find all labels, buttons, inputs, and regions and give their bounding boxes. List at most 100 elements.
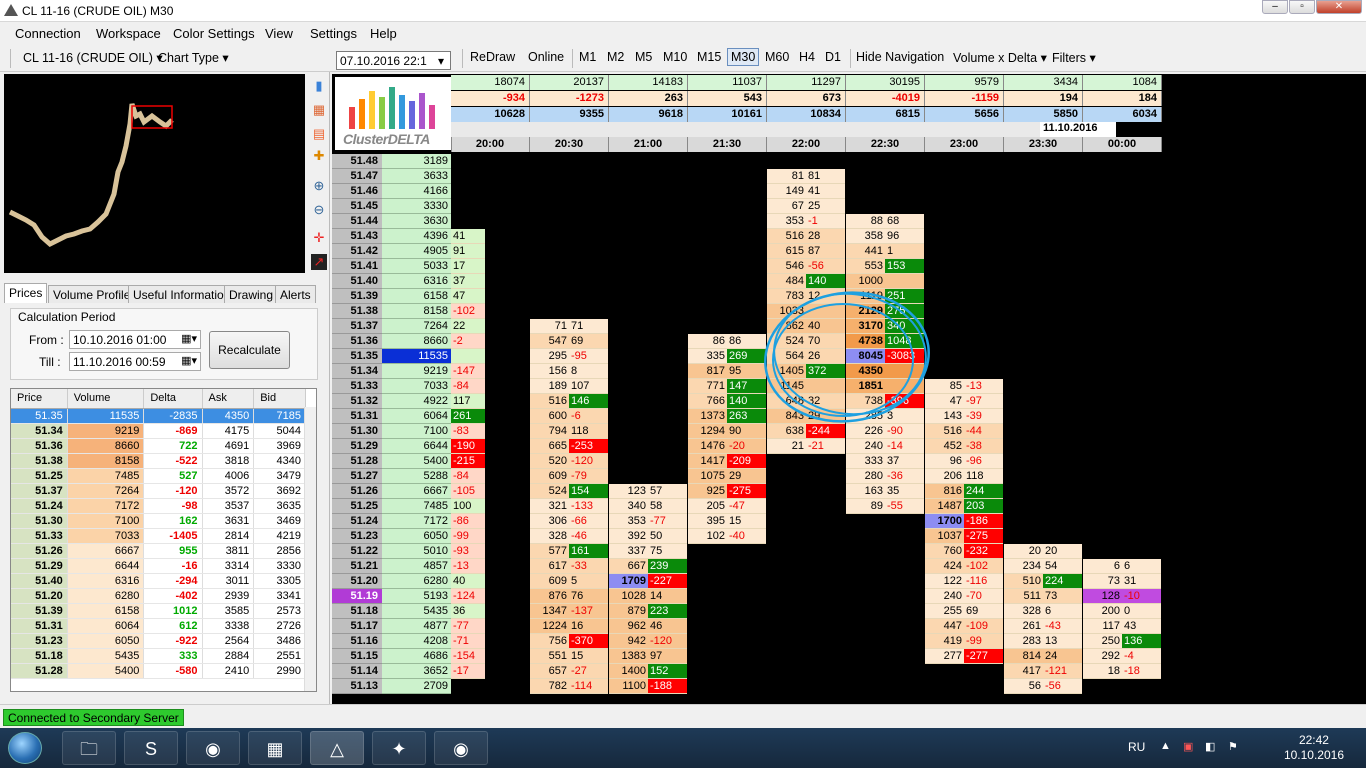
footprint-cell[interactable]: 122 -116	[925, 574, 1003, 589]
footprint-cell[interactable]: 22	[451, 319, 485, 334]
footprint-cell[interactable]: 417 -121	[1004, 664, 1082, 679]
footprint-cell[interactable]: 240 -70	[925, 589, 1003, 604]
footprint-cell[interactable]: 123 57	[609, 484, 687, 499]
footprint-cell[interactable]: 156 8	[530, 364, 608, 379]
footprint-cell[interactable]: 814 24	[1004, 649, 1082, 664]
candle-chart-icon[interactable]: ▤	[311, 126, 327, 142]
footprint-cell[interactable]: 41	[451, 229, 485, 244]
instrument-dropdown[interactable]: CL 11-16 (CRUDE OIL) ▾	[23, 50, 163, 65]
footprint-cell[interactable]: 782 -114	[530, 679, 608, 694]
footprint-cell[interactable]: 609 -79	[530, 469, 608, 484]
table-row[interactable]: 51.24 7172 -98 3537 3635	[11, 498, 306, 514]
tf-m2-button[interactable]: M2	[607, 50, 624, 64]
footprint-cell[interactable]: 1028 14	[609, 589, 687, 604]
crosshair-icon[interactable]: ✛	[311, 230, 327, 246]
footprint-cell[interactable]: 447 -109	[925, 619, 1003, 634]
volume-icon[interactable]: ◧	[1205, 740, 1215, 753]
footprint-cell[interactable]: 283 13	[1004, 634, 1082, 649]
footprint-cell[interactable]: 234 54	[1004, 559, 1082, 574]
menu-settings[interactable]: Settings	[310, 26, 357, 41]
tf-d1-button[interactable]: D1	[825, 50, 841, 64]
footprint-cell[interactable]: 40	[451, 574, 485, 589]
footprint-cell[interactable]: 609 5	[530, 574, 608, 589]
footprint-cell[interactable]: 295 -95	[530, 349, 608, 364]
online-button[interactable]: Online	[528, 50, 564, 64]
footprint-cell[interactable]: 17	[451, 259, 485, 274]
date-picker[interactable]: 07.10.2016 22:1 ▾	[336, 51, 451, 70]
footprint-cell[interactable]: 617 -33	[530, 559, 608, 574]
table-row[interactable]: 51.40 6316 -294 3011 3305	[11, 573, 306, 589]
price-table-scrollbar[interactable]	[304, 407, 316, 691]
footprint-cell[interactable]: 925 -275	[688, 484, 766, 499]
footprint-cell[interactable]: -83	[451, 424, 485, 439]
table-row[interactable]: 51.26 6667 955 3811 2856	[11, 543, 306, 559]
filters-dropdown[interactable]: Filters ▾	[1052, 50, 1096, 65]
footprint-cell[interactable]: 879 223	[609, 604, 687, 619]
table-row[interactable]: 51.20 6280 -402 2939 3341	[11, 588, 306, 604]
footprint-cell[interactable]: 510 224	[1004, 574, 1082, 589]
footprint-cell[interactable]: -84	[451, 379, 485, 394]
footprint-cell[interactable]: 1709 -227	[609, 574, 687, 589]
footprint-cell[interactable]: -124	[451, 589, 485, 604]
footprint-cell[interactable]: 553 153	[846, 259, 924, 274]
footprint-cell[interactable]: 1037 -275	[925, 529, 1003, 544]
footprint-cell[interactable]: 1700 -186	[925, 514, 1003, 529]
footprint-cell[interactable]: 392 50	[609, 529, 687, 544]
menu-help[interactable]: Help	[370, 26, 397, 41]
chrome-icon[interactable]: ◉	[434, 731, 488, 765]
table-row[interactable]: 51.28 5400 -580 2410 2990	[11, 663, 306, 679]
redraw-button[interactable]: ReDraw	[470, 50, 515, 64]
footprint-cell[interactable]: 250 136	[1083, 634, 1161, 649]
hide-navigation-button[interactable]: Hide Navigation	[856, 50, 944, 64]
footprint-cell[interactable]: -147	[451, 364, 485, 379]
footprint-cell[interactable]: 615 87	[767, 244, 845, 259]
tab-useful-information[interactable]: Useful Information	[128, 285, 236, 303]
footprint-cell[interactable]: 73 31	[1083, 574, 1161, 589]
column-time-header[interactable]: 21:30	[688, 137, 767, 152]
footprint-cell[interactable]: 261	[451, 409, 485, 424]
footprint-cell[interactable]: 516 146	[530, 394, 608, 409]
footprint-cell[interactable]: 551 15	[530, 649, 608, 664]
tab-volume-profile[interactable]: Volume Profile	[48, 285, 136, 303]
footprint-cell[interactable]: 1383 97	[609, 649, 687, 664]
footprint-cell[interactable]: 200 0	[1083, 604, 1161, 619]
bar-chart-icon[interactable]: ▮	[311, 78, 327, 94]
chart-type-icon[interactable]: ↗	[311, 254, 327, 270]
footprint-cell[interactable]: -190	[451, 439, 485, 454]
column-time-header[interactable]: 23:30	[1004, 137, 1083, 152]
footprint-cell[interactable]: 306 -66	[530, 514, 608, 529]
zoom-out-icon[interactable]: ⊖	[311, 202, 327, 218]
chart-type-dropdown[interactable]: Chart Type ▾	[158, 50, 229, 65]
minimize-button[interactable]: –	[1262, 0, 1288, 14]
footprint-cell[interactable]: 1224 16	[530, 619, 608, 634]
footprint-cell[interactable]: 163 35	[846, 484, 924, 499]
table-row[interactable]: 51.38 8158 -522 3818 4340	[11, 453, 306, 469]
column-time-header[interactable]: 21:00	[609, 137, 688, 152]
footprint-cell[interactable]: 665 -253	[530, 439, 608, 454]
footprint-cell[interactable]: 328 6	[1004, 604, 1082, 619]
footprint-cell[interactable]: 353 -1	[767, 214, 845, 229]
column-time-header[interactable]: 23:00	[925, 137, 1004, 152]
tf-m10-button[interactable]: M10	[663, 50, 687, 64]
footprint-cell[interactable]: 452 -38	[925, 439, 1003, 454]
menu-workspace[interactable]: Workspace	[96, 26, 161, 41]
footprint-cell[interactable]: -71	[451, 634, 485, 649]
footprint-cell[interactable]: 36	[451, 604, 485, 619]
footprint-cell[interactable]: 67 25	[767, 199, 845, 214]
footprint-cell[interactable]: 292 -4	[1083, 649, 1161, 664]
footprint-cell[interactable]: -102	[451, 304, 485, 319]
footprint-cell[interactable]: 128 -10	[1083, 589, 1161, 604]
footprint-cell[interactable]: 816 244	[925, 484, 1003, 499]
clusterdelta-taskbar-icon[interactable]: △	[310, 731, 364, 765]
app-icon[interactable]: ▦	[248, 731, 302, 765]
table-row[interactable]: 51.18 5435 333 2884 2551	[11, 648, 306, 664]
column-time-header[interactable]: 22:00	[767, 137, 846, 152]
footprint-cell[interactable]: 149 41	[767, 184, 845, 199]
tab-drawing[interactable]: Drawing	[224, 285, 279, 303]
footprint-cell[interactable]: 66	[1083, 559, 1161, 574]
footprint-cell[interactable]: 100	[451, 499, 485, 514]
menu-connection[interactable]: Connection	[15, 26, 81, 41]
footprint-cell[interactable]: -2	[451, 334, 485, 349]
tf-m60-button[interactable]: M60	[765, 50, 789, 64]
footprint-cell[interactable]: -93	[451, 544, 485, 559]
